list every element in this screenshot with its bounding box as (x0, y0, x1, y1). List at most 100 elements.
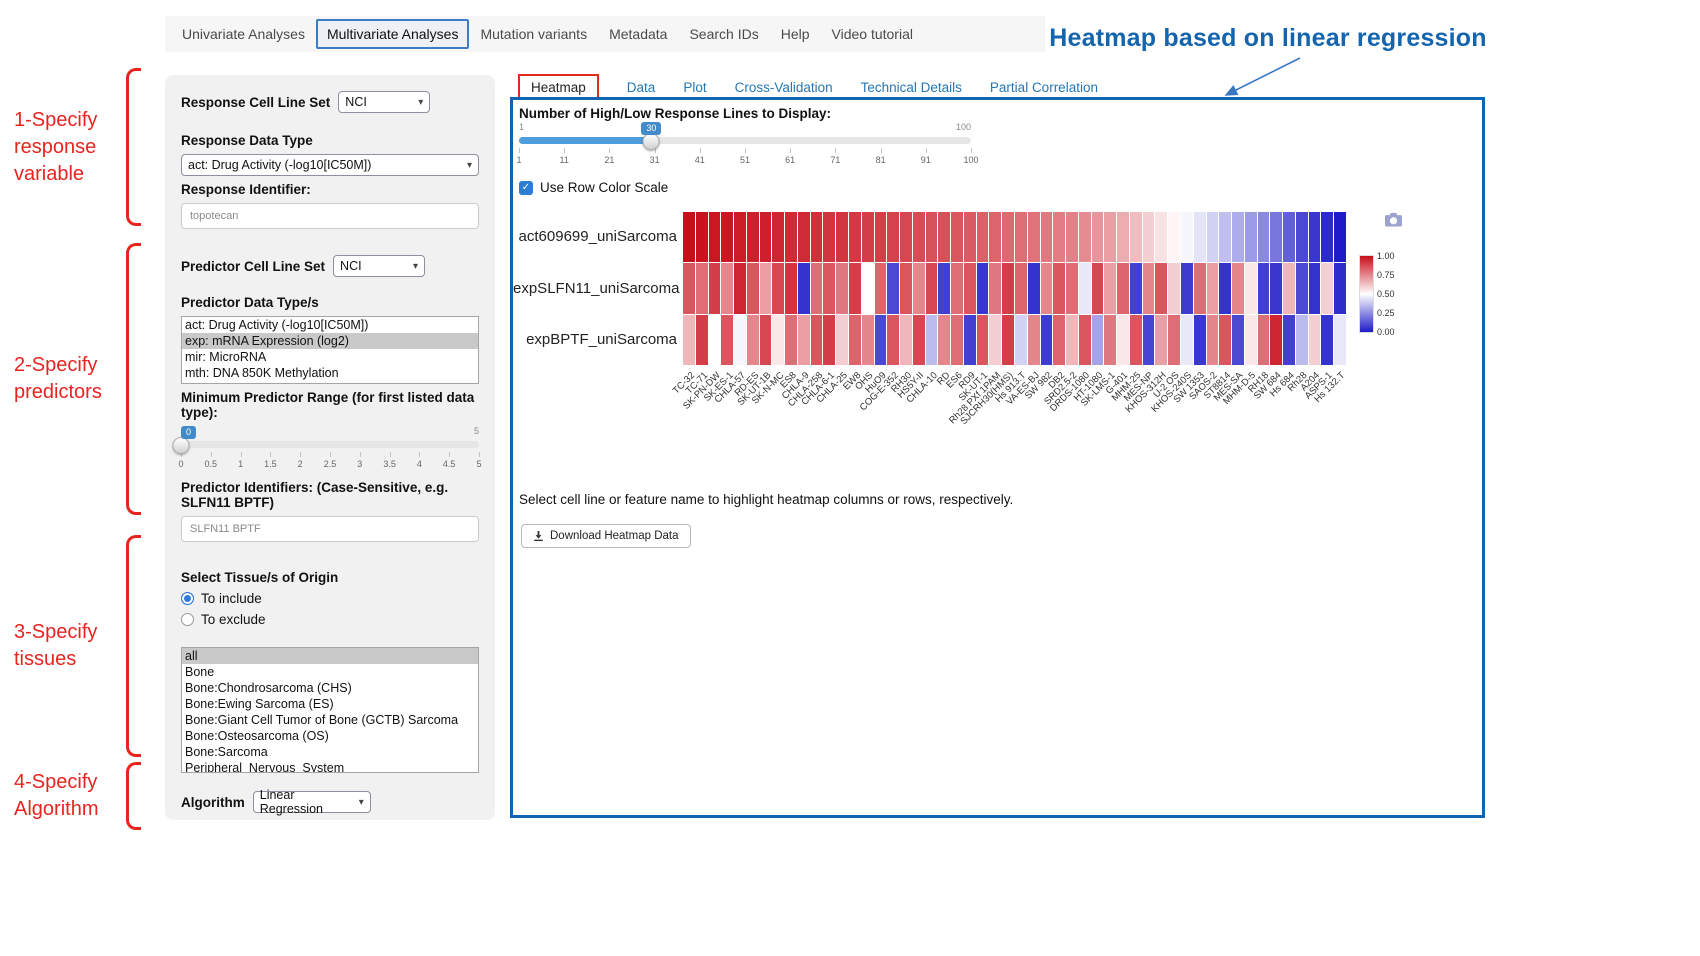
heatmap-cell[interactable] (951, 315, 963, 365)
heatmap-cell[interactable] (1041, 263, 1053, 313)
heatmap-cell[interactable] (785, 212, 797, 262)
heatmap-cell[interactable] (1079, 263, 1091, 313)
heatmap-cell[interactable] (1181, 315, 1193, 365)
heatmap-cell[interactable] (772, 315, 784, 365)
heatmap-cell[interactable] (1283, 212, 1295, 262)
predictor-identifiers-input[interactable] (181, 516, 479, 542)
tab-technical-details[interactable]: Technical Details (861, 80, 962, 95)
heatmap-cell[interactable] (849, 263, 861, 313)
heatmap-cell[interactable] (964, 263, 976, 313)
heatmap-cell[interactable] (823, 315, 835, 365)
heatmap-cell[interactable] (875, 315, 887, 365)
heatmap-cell[interactable] (1066, 263, 1078, 313)
heatmap-cell[interactable] (1334, 315, 1346, 365)
heatmap-cell[interactable] (1270, 315, 1282, 365)
heatmap-cell[interactable] (734, 315, 746, 365)
heatmap-cell[interactable] (1066, 212, 1078, 262)
heatmap-cell[interactable] (1130, 263, 1142, 313)
heatmap-row-label[interactable]: expSLFN11_uniSarcoma (513, 280, 677, 297)
heatmap-cell[interactable] (823, 263, 835, 313)
heatmap-cell[interactable] (798, 212, 810, 262)
predictor-data-type-option[interactable]: mir: MicroRNA (182, 349, 478, 365)
heatmap-cell[interactable] (1130, 212, 1142, 262)
tissue-exclude-radio-row[interactable]: To exclude (181, 612, 479, 627)
heatmap-cell[interactable] (811, 212, 823, 262)
nav-tab-help[interactable]: Help (770, 19, 821, 49)
heatmap-cell[interactable] (721, 263, 733, 313)
heatmap-cell[interactable] (1245, 315, 1257, 365)
heatmap-cell[interactable] (1092, 315, 1104, 365)
predictor-data-type-list[interactable]: act: Drug Activity (-log10[IC50M])exp: m… (181, 316, 479, 384)
heatmap-cell[interactable] (683, 212, 695, 262)
heatmap-cell[interactable] (1117, 315, 1129, 365)
nav-tab-univariate-analyses[interactable]: Univariate Analyses (171, 19, 316, 49)
heatmap-cell[interactable] (1207, 212, 1219, 262)
heatmap-cell[interactable] (696, 315, 708, 365)
heatmap-cell[interactable] (1258, 315, 1270, 365)
nav-tab-metadata[interactable]: Metadata (598, 19, 678, 49)
heatmap-cell[interactable] (862, 212, 874, 262)
heatmap-cell[interactable] (1258, 263, 1270, 313)
nav-tab-video-tutorial[interactable]: Video tutorial (821, 19, 924, 49)
heatmap-cell[interactable] (1232, 263, 1244, 313)
heatmap-cell[interactable] (772, 212, 784, 262)
heatmap-cell[interactable] (900, 212, 912, 262)
min-predictor-range-slider[interactable]: 5000.511.522.533.544.55 (181, 426, 479, 474)
heatmap-cell[interactable] (1219, 212, 1231, 262)
heatmap-cell[interactable] (1079, 212, 1091, 262)
heatmap-cell[interactable] (1181, 212, 1193, 262)
heatmap-cell[interactable] (1219, 263, 1231, 313)
heatmap-cell[interactable] (1002, 263, 1014, 313)
heatmap-cell[interactable] (1334, 263, 1346, 313)
heatmap-cell[interactable] (785, 263, 797, 313)
heatmap-cell[interactable] (1117, 263, 1129, 313)
to-exclude-radio[interactable] (181, 613, 194, 626)
heatmap-cell[interactable] (951, 212, 963, 262)
heatmap-cell[interactable] (1041, 315, 1053, 365)
heatmap-cell[interactable] (1232, 315, 1244, 365)
heatmap-cell[interactable] (1002, 212, 1014, 262)
nav-tab-mutation-variants[interactable]: Mutation variants (469, 19, 598, 49)
heatmap-cell[interactable] (798, 315, 810, 365)
tissue-list[interactable]: allBoneBone:Chondrosarcoma (CHS)Bone:Ewi… (181, 647, 479, 773)
heatmap-cell[interactable] (1321, 263, 1333, 313)
heatmap-cell[interactable] (977, 315, 989, 365)
heatmap-cell[interactable] (1168, 315, 1180, 365)
heatmap-cell[interactable] (1194, 263, 1206, 313)
heatmap-cell[interactable] (938, 263, 950, 313)
heatmap-cell[interactable] (709, 315, 721, 365)
heatmap-cell[interactable] (836, 212, 848, 262)
heatmap-cell[interactable] (1321, 212, 1333, 262)
tissue-option[interactable]: Bone:Ewing Sarcoma (ES) (182, 696, 478, 712)
heatmap-cell[interactable] (1309, 263, 1321, 313)
heatmap-cell[interactable] (721, 315, 733, 365)
heatmap-cell[interactable] (913, 315, 925, 365)
heatmap-cell[interactable] (977, 212, 989, 262)
tab-data[interactable]: Data (627, 80, 656, 95)
heatmap-cell[interactable] (823, 212, 835, 262)
heatmap-cell[interactable] (977, 263, 989, 313)
heatmap-cell[interactable] (1143, 212, 1155, 262)
heatmap-cell[interactable] (1232, 212, 1244, 262)
tissue-include-radio-row[interactable]: To include (181, 591, 479, 606)
predictor-data-type-option[interactable]: exp: mRNA Expression (log2) (182, 333, 478, 349)
heatmap-cell[interactable] (900, 315, 912, 365)
heatmap-cell[interactable] (1079, 315, 1091, 365)
heatmap-cell[interactable] (1155, 263, 1167, 313)
heatmap-cell[interactable] (811, 263, 823, 313)
heatmap-cell[interactable] (1334, 212, 1346, 262)
heatmap-cell[interactable] (926, 263, 938, 313)
response-data-type-select[interactable]: act: Drug Activity (-log10[IC50M]) ▾ (181, 154, 479, 176)
heatmap-cell[interactable] (1015, 315, 1027, 365)
predictor-data-type-option[interactable]: mth: DNA 850K Methylation (182, 365, 478, 381)
heatmap-cell[interactable] (1117, 212, 1129, 262)
camera-icon[interactable] (1385, 212, 1402, 232)
heatmap-cell[interactable] (760, 315, 772, 365)
predictor-cell-line-set-select[interactable]: NCI ▾ (333, 255, 425, 277)
heatmap-cell[interactable] (721, 212, 733, 262)
heatmap-cell[interactable] (1028, 315, 1040, 365)
heatmap-cell[interactable] (1092, 263, 1104, 313)
heatmap-cell[interactable] (696, 263, 708, 313)
heatmap-cell[interactable] (1028, 263, 1040, 313)
tissue-option[interactable]: all (182, 648, 478, 664)
